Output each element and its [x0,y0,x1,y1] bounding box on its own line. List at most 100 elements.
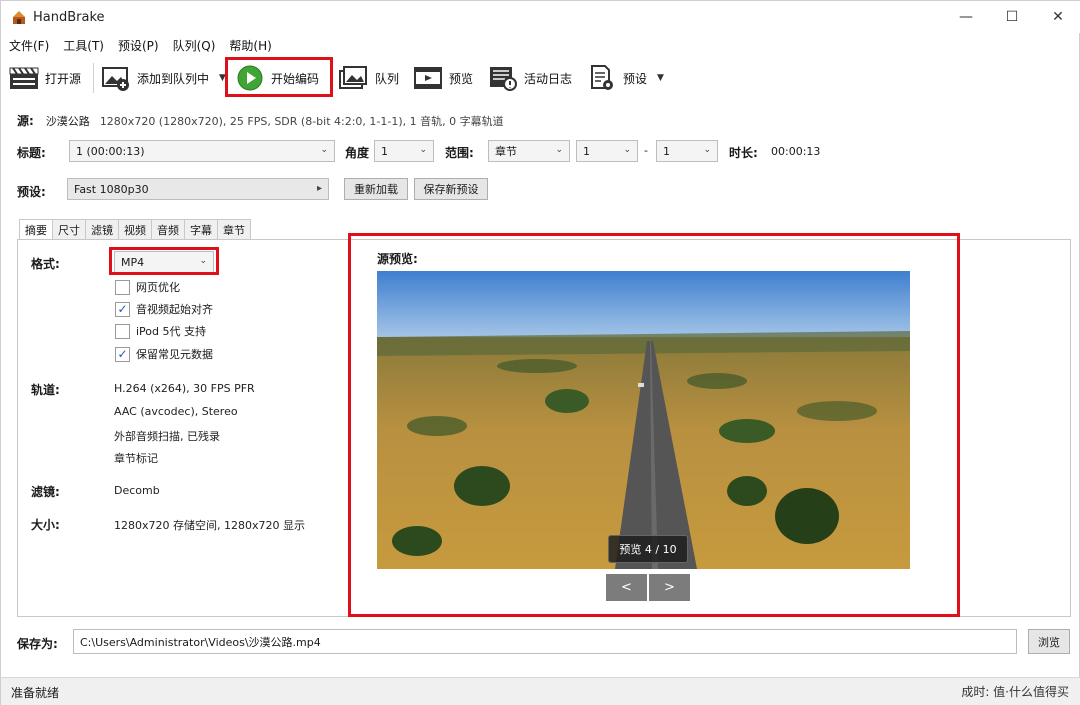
checkbox-box [115,279,130,295]
save-path-input[interactable]: C:\Users\Administrator\Videos\沙漠公路.mp4 [73,629,1017,654]
range-type-dropdown[interactable]: 章节 ⌄ [488,140,570,162]
track-chapters: 章节标记 [114,452,158,465]
angle-label: 角度 [345,146,370,160]
title-value: 1 (00:00:13) [76,144,145,158]
toolbar: 打开源 添加到队列中 ▼ 开始编码 队列 预览 活动日志 预设 ▼ [1,57,1080,97]
range-type-value: 章节 [495,145,517,158]
tab-filters[interactable]: 滤镜 [85,219,119,239]
preview-button[interactable]: 预览 [413,59,473,97]
activity-log-button[interactable]: 活动日志 [488,59,572,97]
angle-value: 1 [381,144,388,158]
presets-document-icon [587,64,617,92]
angle-dropdown[interactable]: 1 ⌄ [374,140,434,162]
status-bar: 准备就绪 [1,677,1080,705]
presets-button[interactable]: 预设 ▼ [587,59,664,97]
preview-next-button[interactable]: > [649,574,690,601]
queue-button[interactable]: 队列 [339,59,399,97]
preset-selector[interactable]: Fast 1080p30 ▸ [67,178,329,200]
window-title: HandBrake [33,9,105,25]
chevron-right-icon: ▸ [316,183,322,194]
checkbox-label: 保留常见元数据 [136,348,213,361]
duration-label: 时长: [729,146,758,160]
menu-tools[interactable]: 工具(T) [63,37,104,54]
source-preview-label: 源预览: [377,252,418,266]
range-label: 范围: [445,146,474,160]
range-dash: - [644,144,648,157]
source-row: 源: 沙漠公路 1280x720 (1280x720), 25 FPS, SDR… [17,112,504,129]
chevron-down-icon: ⌄ [320,145,328,155]
source-info: 1280x720 (1280x720), 25 FPS, SDR (8-bit … [99,114,504,128]
preset-value: Fast 1080p30 [74,182,149,196]
open-source-button[interactable]: 打开源 [9,59,81,97]
queue-images-icon [339,64,369,92]
align-av-start-checkbox[interactable]: ✓ 音视频起始对齐 [115,301,213,317]
source-preview-image [377,271,910,569]
menu-help[interactable]: 帮助(H) [229,37,271,54]
maximize-button[interactable]: ☐ [989,1,1035,33]
checkmark-icon: ✓ [115,301,130,317]
range-start-value: 1 [583,144,590,158]
preview-prev-button[interactable]: < [606,574,647,601]
presets-label: 预设 [623,71,648,86]
settings-tabs: 摘要 尺寸 滤镜 视频 音频 字幕 章节 [19,219,251,240]
add-to-queue-label: 添加到队列中 [137,71,210,86]
tab-chapters[interactable]: 章节 [217,219,251,239]
reload-preset-button[interactable]: 重新加载 [344,178,408,200]
tracks-label: 轨道: [31,383,60,397]
save-new-preset-button[interactable]: 保存新预设 [414,178,488,200]
source-label: 源: [17,114,34,128]
checkmark-icon: ✓ [115,346,130,362]
preview-counter: 预览 4 / 10 [608,535,688,563]
range-end-value: 1 [663,144,670,158]
tab-audio[interactable]: 音频 [151,219,185,239]
activity-log-label: 活动日志 [524,71,573,86]
duration-value: 00:00:13 [771,145,821,158]
size-label: 大小: [31,518,60,532]
toolbar-separator [93,63,94,93]
filters-label: 滤镜: [31,485,60,499]
menu-queue[interactable]: 队列(Q) [173,37,216,54]
queue-label: 队列 [375,71,400,86]
start-encode-highlight [225,57,333,97]
chevron-down-icon: ⌄ [419,145,427,155]
range-start-dropdown[interactable]: 1 ⌄ [576,140,638,162]
save-as-label: 保存为: [17,637,58,651]
minimize-button[interactable]: — [943,1,989,33]
activity-log-icon [488,64,518,92]
status-right-text: 成时: 值·什么值得买 [961,685,1069,699]
preview-label: 预览 [449,71,474,86]
ipod-support-checkbox[interactable]: iPod 5代 支持 [115,323,206,339]
checkbox-label: 网页优化 [136,281,180,294]
handbrake-logo-icon [13,11,25,24]
size-value: 1280x720 存储空间, 1280x720 显示 [114,519,305,532]
window-controls: — ☐ ✕ [943,1,1080,33]
tab-summary[interactable]: 摘要 [19,219,53,240]
preset-label: 预设: [17,185,46,199]
handbrake-window: HandBrake — ☐ ✕ 文件(F) 工具(T) 预设(P) 队列(Q) … [0,0,1080,705]
tab-dimensions[interactable]: 尺寸 [52,219,86,239]
format-label: 格式: [31,257,60,271]
range-end-dropdown[interactable]: 1 ⌄ [656,140,718,162]
menu-file[interactable]: 文件(F) [9,37,49,54]
title-bar: HandBrake — ☐ ✕ [1,1,1080,33]
film-play-icon [413,64,443,92]
add-image-icon [101,64,131,92]
status-text: 准备就绪 [11,685,60,700]
menu-presets[interactable]: 预设(P) [118,37,159,54]
source-name: 沙漠公路 [45,114,90,128]
filters-value: Decomb [114,484,160,497]
chevron-down-icon[interactable]: ▼ [657,73,664,83]
save-path-value: C:\Users\Administrator\Videos\沙漠公路.mp4 [80,635,321,649]
add-to-queue-button[interactable]: 添加到队列中 ▼ [101,59,226,97]
tab-subtitles[interactable]: 字幕 [184,219,218,239]
menu-bar: 文件(F) 工具(T) 预设(P) 队列(Q) 帮助(H) [1,35,286,55]
title-dropdown[interactable]: 1 (00:00:13) ⌄ [69,140,335,162]
checkbox-box [115,323,130,339]
keep-metadata-checkbox[interactable]: ✓ 保留常见元数据 [115,346,213,362]
close-button[interactable]: ✕ [1035,1,1080,33]
browse-button[interactable]: 浏览 [1028,629,1070,654]
track-subtitle-scan: 外部音频扫描, 已残录 [114,430,220,443]
web-optimize-checkbox[interactable]: 网页优化 [115,279,180,295]
desert-road-image [377,271,910,569]
tab-video[interactable]: 视频 [118,219,152,239]
